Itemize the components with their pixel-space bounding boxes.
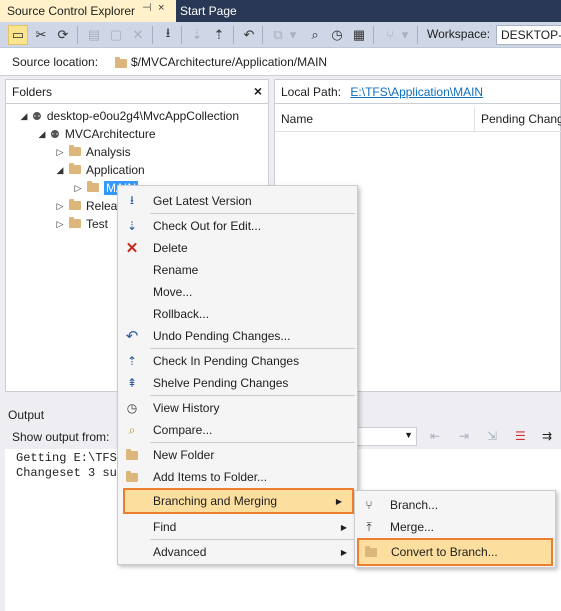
history-tb-icon[interactable]: ◷ (327, 25, 347, 45)
collapsed-arrow-icon[interactable]: ▷ (72, 183, 84, 194)
context-menu: ⭳ Get Latest Version ⇣ Check Out for Edit.… (117, 185, 358, 565)
expanded-arrow-icon[interactable]: ◢ (54, 165, 66, 176)
undo-tb-icon[interactable]: ↶ (239, 25, 259, 45)
collection-icon: ⚉ (32, 110, 42, 123)
local-path-row: Local Path: E:\TFS\Application\MAIN (275, 80, 560, 104)
workspace-label: Workspace: (427, 27, 491, 41)
find-tb-icon[interactable]: ⌕ (305, 25, 325, 45)
branching-submenu: ⑂ Branch... ⤒ Merge... Convert to Branch..… (354, 490, 556, 568)
menu-item-add-items[interactable]: Add Items to Folder... (118, 466, 357, 488)
clear-all-icon[interactable]: ☰ (515, 429, 526, 443)
merge-icon: ⤒ (366, 519, 372, 534)
prev-message-icon[interactable]: ⇤ (430, 429, 440, 443)
menu-item-merge[interactable]: ⤒ Merge... (355, 516, 555, 538)
submenu-arrow-icon: ▶ (340, 547, 347, 557)
delete-icon: ✕ (125, 240, 139, 257)
check-in-tb-icon[interactable]: ⇡ (209, 25, 229, 45)
close-icon[interactable]: × (254, 83, 262, 99)
folders-toggle-icon[interactable]: ▭ (8, 25, 28, 45)
tree-item-collection[interactable]: ◢ ⚉ desktop-e0ou2g4\MvcAppCollection (18, 107, 239, 125)
menu-item-check-in[interactable]: ⇡ Check In Pending Changes (118, 350, 357, 372)
folder-icon (115, 57, 127, 71)
branch-icon: ⑂ (365, 498, 373, 512)
source-location-label: Source location: (12, 55, 99, 69)
tree-item-test[interactable]: ▷ Test (54, 215, 108, 233)
submenu-arrow-icon: ▶ (340, 522, 347, 532)
column-header-name[interactable]: Name (275, 107, 475, 131)
tree-item-analysis[interactable]: ▷ Analysis (54, 143, 131, 161)
tab-close-icon[interactable]: × (158, 2, 164, 14)
chevron-down-icon[interactable]: ▾ (400, 25, 410, 45)
expanded-arrow-icon[interactable]: ◢ (36, 129, 48, 140)
check-out-icon: ⇣ (126, 219, 138, 233)
menu-item-rollback[interactable]: Rollback... (118, 303, 357, 325)
workspaces-icon[interactable]: ✂ (31, 25, 51, 45)
refresh-icon[interactable]: ⟳ (53, 25, 73, 45)
history-icon: ◷ (126, 401, 138, 415)
tree-item-mvcarchitecture[interactable]: ◢ ⚉ MVCArchitecture (36, 125, 156, 143)
menu-item-compare[interactable]: ⌕ Compare... (118, 419, 357, 441)
collapsed-arrow-icon[interactable]: ▷ (54, 201, 66, 212)
menu-item-check-out[interactable]: ⇣ Check Out for Edit... (118, 215, 357, 237)
get-latest-icon: ⭳ (129, 192, 135, 207)
submenu-arrow-icon: ▶ (335, 496, 342, 506)
menu-item-advanced[interactable]: Advanced ▶ (118, 541, 357, 563)
tree-item-application[interactable]: ◢ Application (54, 161, 145, 179)
expanded-arrow-icon[interactable]: ◢ (18, 111, 30, 122)
workspace-dropdown[interactable]: DESKTOP-E (496, 25, 561, 45)
convert-to-branch-icon (363, 544, 379, 560)
menu-item-rename[interactable]: Rename (118, 259, 357, 281)
go-to-next-icon[interactable]: ⇲ (487, 429, 497, 443)
output-source-dropdown[interactable]: ▼ (355, 427, 417, 446)
folder-icon (69, 217, 81, 228)
collapsed-arrow-icon[interactable]: ▷ (54, 219, 66, 230)
local-path-label: Local Path: (281, 85, 342, 99)
menu-item-find[interactable]: Find ▶ (118, 516, 357, 538)
menu-item-new-folder[interactable]: New Folder (118, 444, 357, 466)
menu-item-branch[interactable]: ⑂ Branch... (355, 494, 555, 516)
get-latest-tb-icon[interactable]: ⭳ (158, 25, 178, 45)
chevron-down-icon[interactable]: ▾ (288, 25, 298, 45)
menu-item-branching-and-merging[interactable]: Branching and Merging ▶ (123, 488, 354, 514)
menu-item-delete[interactable]: ✕ Delete (118, 237, 357, 259)
menu-item-get-latest[interactable]: ⭳ Get Latest Version (118, 190, 357, 212)
next-message-icon[interactable]: ⇥ (459, 429, 469, 443)
compare-dropdown-tb-icon[interactable]: ⧉ (268, 25, 288, 45)
pin-icon[interactable]: ⊣ (142, 1, 152, 14)
menu-item-undo-pending[interactable]: ↶ Undo Pending Changes... (118, 325, 357, 347)
delete-tb-icon[interactable]: ✕ (128, 25, 148, 45)
folder-open-icon (69, 163, 81, 174)
local-path-link[interactable]: E:\TFS\Application\MAIN (350, 85, 483, 99)
add-items-icon (124, 469, 140, 485)
tab-start-page[interactable]: Start Page (178, 0, 243, 22)
folders-header: Folders × (6, 80, 268, 104)
menu-item-move[interactable]: Move... (118, 281, 357, 303)
menu-item-convert-to-branch[interactable]: Convert to Branch... (357, 538, 553, 566)
show-output-from-label: Show output from: (12, 430, 110, 444)
branch-tb-icon[interactable]: ⑂ (380, 25, 400, 45)
new-folder-tb-icon[interactable]: ▢ (106, 25, 126, 45)
menu-item-shelve[interactable]: ⇞ Shelve Pending Changes (118, 372, 357, 394)
properties-tb-icon[interactable]: ▦ (349, 25, 369, 45)
check-out-tb-icon[interactable]: ⇣ (187, 25, 207, 45)
menu-item-view-history[interactable]: ◷ View History (118, 397, 357, 419)
source-location-path[interactable]: $/MVCArchitecture/Application/MAIN (131, 55, 327, 69)
collapsed-arrow-icon[interactable]: ▷ (54, 147, 66, 158)
shelve-icon: ⇞ (126, 376, 138, 390)
folders-title: Folders (12, 85, 53, 99)
compare-icon: ⌕ (128, 422, 136, 437)
folder-icon (87, 181, 99, 192)
check-in-icon: ⇡ (126, 354, 138, 368)
team-project-icon: ⚉ (50, 128, 60, 141)
folder-icon (69, 199, 81, 210)
new-folder-icon (124, 447, 140, 463)
add-items-tb-icon[interactable]: ▤ (84, 25, 104, 45)
undo-icon: ↶ (125, 328, 139, 345)
word-wrap-icon[interactable]: ⇉ (542, 429, 552, 443)
chevron-down-icon[interactable]: ▼ (404, 430, 413, 440)
folder-icon (69, 145, 81, 156)
tab-label: Source Control Explorer (7, 4, 136, 18)
column-header-pending-change[interactable]: Pending Change (475, 107, 561, 131)
